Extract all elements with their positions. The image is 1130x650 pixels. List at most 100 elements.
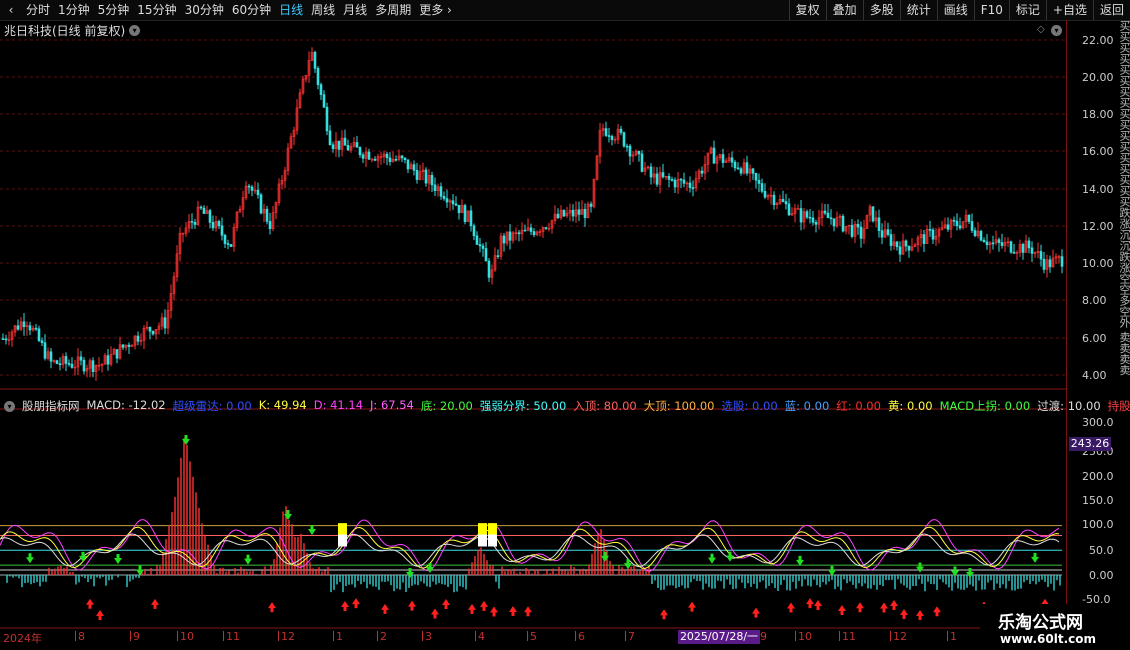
tab-1min[interactable]: 1分钟 xyxy=(54,0,94,20)
candle-body xyxy=(487,260,491,278)
candle-body xyxy=(622,132,626,147)
candle-body xyxy=(952,219,956,222)
chevron-down-icon[interactable]: ▾ xyxy=(4,400,15,412)
legend-item: 蓝: 0.00 xyxy=(784,399,830,413)
tab-fenshi[interactable]: 分时 xyxy=(22,0,54,20)
time-tick: 1 xyxy=(333,630,343,643)
candle-body xyxy=(163,317,167,329)
candle-body xyxy=(691,187,695,189)
tab-weekly[interactable]: 周线 xyxy=(307,0,339,20)
candle-body xyxy=(850,224,854,237)
candle-body xyxy=(256,189,260,196)
candle-body xyxy=(856,224,860,228)
buy-arrow xyxy=(787,602,795,613)
overlay-button[interactable]: 叠加 xyxy=(825,0,863,20)
candle-body xyxy=(730,157,734,163)
candle-body xyxy=(217,221,221,227)
candle-body xyxy=(454,203,458,206)
main-chart[interactable] xyxy=(0,20,1066,630)
indicator-tick: 300.0 xyxy=(1082,416,1114,429)
legend-item: 入顶: 80.00 xyxy=(573,399,637,413)
candle-body xyxy=(220,225,224,236)
candle-body xyxy=(997,239,1001,243)
candle-body xyxy=(826,212,830,219)
candle-body xyxy=(91,360,95,372)
candle-body xyxy=(1048,259,1052,268)
buy-arrow xyxy=(524,606,532,617)
draw-line-button[interactable]: 画线 xyxy=(936,0,974,20)
buy-arrow xyxy=(480,600,488,611)
candle-body xyxy=(757,179,761,184)
time-tick: 1 xyxy=(947,630,957,643)
buy-arrow xyxy=(660,609,668,620)
f10-button[interactable]: F10 xyxy=(973,0,1009,20)
indicator-tick: 100.0 xyxy=(1082,518,1114,531)
candle-body xyxy=(28,325,32,331)
sell-arrow xyxy=(26,553,34,564)
candle-body xyxy=(469,210,473,227)
mark-button[interactable]: 标记 xyxy=(1008,0,1046,20)
time-tick: 8 xyxy=(75,630,85,643)
tab-more[interactable]: 更多 › xyxy=(415,0,456,20)
candle-body xyxy=(751,168,755,174)
tab-5min[interactable]: 5分钟 xyxy=(94,0,134,20)
candle-body xyxy=(739,168,743,174)
buy-arrow xyxy=(268,602,276,613)
candle-body xyxy=(403,157,407,161)
add-watchlist-button[interactable]: +自选 xyxy=(1045,0,1093,20)
buy-arrow xyxy=(151,598,159,609)
candle-body xyxy=(556,213,560,218)
tab-daily[interactable]: 日线 xyxy=(275,0,307,20)
stats-button[interactable]: 统计 xyxy=(899,0,937,20)
candle-body xyxy=(736,167,740,170)
candle-body xyxy=(649,166,653,178)
candle-body xyxy=(331,144,335,150)
price-tick: 14.00 xyxy=(1082,183,1114,196)
multi-stock-button[interactable]: 多股 xyxy=(862,0,900,20)
candle-body xyxy=(673,179,677,188)
candle-body xyxy=(904,240,908,247)
legend-item: 红: 0.00 xyxy=(836,399,881,413)
time-tick: 7 xyxy=(625,630,635,643)
candle-body xyxy=(523,229,527,232)
candle-body xyxy=(361,154,365,159)
indicator-tick: 50.0 xyxy=(1089,544,1114,557)
kdj-line xyxy=(0,519,1060,572)
chevron-left-icon[interactable]: ‹ xyxy=(0,0,22,20)
candle-body xyxy=(1042,258,1046,270)
sell-arrow xyxy=(136,565,144,576)
buy-arrow xyxy=(86,598,94,609)
tab-multi-period[interactable]: 多周期 xyxy=(371,0,415,20)
tab-15min[interactable]: 15分钟 xyxy=(133,0,180,20)
back-button[interactable]: 返回 xyxy=(1092,0,1130,20)
price-tick: 6.00 xyxy=(1082,332,1107,345)
tab-monthly[interactable]: 月线 xyxy=(339,0,371,20)
candle-body xyxy=(190,221,194,223)
buy-arrow xyxy=(431,608,439,619)
legend-item: MACD上拐: 0.00 xyxy=(939,399,1031,413)
candle-body xyxy=(871,206,875,222)
candle-body xyxy=(529,227,533,232)
candle-body xyxy=(322,94,326,108)
candle-body xyxy=(1027,240,1031,249)
candle-body xyxy=(982,239,986,243)
candle-body xyxy=(781,199,785,202)
candle-body xyxy=(148,326,152,332)
candle-body xyxy=(55,360,59,365)
candle-body xyxy=(991,242,995,245)
tab-30min[interactable]: 30分钟 xyxy=(181,0,228,20)
candle-body xyxy=(712,147,716,164)
fuquan-button[interactable]: 复权 xyxy=(788,0,826,20)
buy-arrow xyxy=(814,600,822,611)
candle-body xyxy=(328,130,332,146)
signal-block xyxy=(338,534,347,547)
time-tick: 12 xyxy=(278,630,295,643)
candle-body xyxy=(562,209,566,217)
candle-body xyxy=(970,221,974,231)
candle-body xyxy=(211,222,215,229)
candle-body xyxy=(670,179,674,181)
candle-body xyxy=(772,194,776,206)
tab-60min[interactable]: 60分钟 xyxy=(228,0,275,20)
candle-body xyxy=(667,175,671,180)
price-tick: 4.00 xyxy=(1082,369,1107,382)
